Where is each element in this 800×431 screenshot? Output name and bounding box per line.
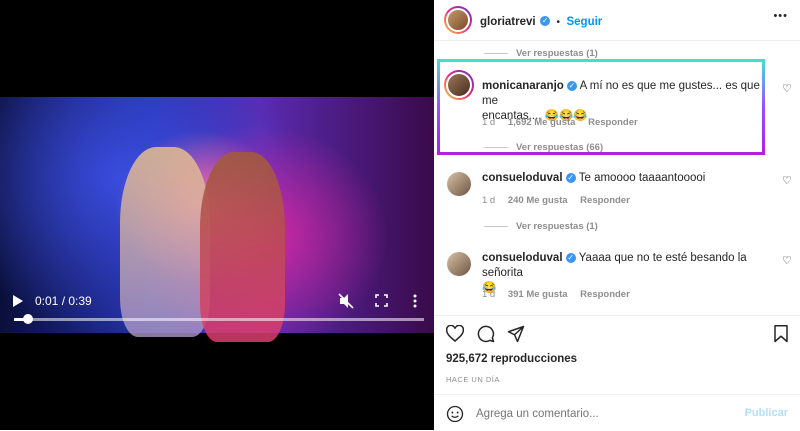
play-icon[interactable] xyxy=(13,295,23,307)
comment-item: consueloduval ✓ Yaaaa que no te esté bes… xyxy=(434,248,800,308)
time-separator: / xyxy=(58,294,69,308)
time-display: 0:01 / 0:39 xyxy=(35,294,92,308)
comment-body: consueloduval ✓ Te amoooo taaaantooooi xyxy=(482,171,772,186)
comment-meta: 1 d 240 Me gusta Responder xyxy=(482,195,640,206)
comment-icon[interactable] xyxy=(477,325,495,343)
like-comment-icon[interactable]: ♡ xyxy=(782,254,792,267)
heart-icon[interactable] xyxy=(446,325,464,342)
video-progress-bar[interactable] xyxy=(14,314,424,324)
more-options-icon[interactable]: ••• xyxy=(773,10,788,22)
share-icon[interactable] xyxy=(507,325,525,343)
time-total: 0:39 xyxy=(68,294,92,308)
publish-button[interactable]: Publicar xyxy=(745,407,788,419)
highlight-frame xyxy=(437,59,765,155)
comment-text-line1: Te amoooo taaaantooooi xyxy=(578,172,706,184)
comment-username[interactable]: consueloduval xyxy=(482,252,563,264)
avatar[interactable] xyxy=(447,172,471,196)
reply-button[interactable]: Responder xyxy=(580,289,630,300)
mute-icon[interactable] xyxy=(338,293,354,309)
post-actions xyxy=(434,315,800,346)
header-user: gloriatrevi ✓ • Seguir xyxy=(480,12,602,30)
comment-likes[interactable]: 240 Me gusta xyxy=(508,195,568,206)
time-current: 0:01 xyxy=(35,294,59,308)
follow-button[interactable]: Seguir xyxy=(566,16,602,28)
comment-item: consueloduval ✓ Te amoooo taaaantooooi ♡… xyxy=(434,168,800,238)
header-username[interactable]: gloriatrevi xyxy=(480,16,536,28)
verified-icon: ✓ xyxy=(565,172,576,183)
avatar xyxy=(446,8,470,32)
video-player[interactable]: 0:01 / 0:39 xyxy=(0,0,434,430)
view-replies-label: Ver respuestas (1) xyxy=(516,48,598,59)
comment-input[interactable] xyxy=(474,404,738,424)
divider-line xyxy=(484,225,508,227)
reply-button[interactable]: Responder xyxy=(580,195,630,206)
comment-age: 1 d xyxy=(482,289,496,300)
post-header: gloriatrevi ✓ • Seguir ••• xyxy=(434,0,800,41)
divider-line xyxy=(484,52,508,54)
like-comment-icon[interactable]: ♡ xyxy=(782,82,792,95)
separator-dot: • xyxy=(556,17,561,28)
comment-username[interactable]: consueloduval xyxy=(482,172,563,184)
post-date: HACE UN DÍA xyxy=(446,375,500,384)
like-comment-icon[interactable]: ♡ xyxy=(782,174,792,187)
verified-icon: ✓ xyxy=(565,252,576,263)
story-ring[interactable] xyxy=(444,6,472,34)
avatar[interactable] xyxy=(447,252,471,276)
fullscreen-icon[interactable] xyxy=(375,294,388,307)
comment-likes[interactable]: 391 Me gusta xyxy=(508,289,568,300)
comment-age: 1 d xyxy=(482,195,496,206)
bookmark-icon[interactable] xyxy=(774,325,788,343)
add-comment-bar: Publicar xyxy=(434,394,800,431)
view-replies-link[interactable]: Ver respuestas (1) xyxy=(484,48,598,59)
verified-icon: ✓ xyxy=(540,15,551,26)
comment-meta: 1 d 391 Me gusta Responder xyxy=(482,289,640,300)
more-vertical-icon[interactable] xyxy=(413,294,417,308)
view-count: 925,672 reproducciones xyxy=(446,353,578,365)
view-replies-label: Ver respuestas (1) xyxy=(516,221,598,232)
view-replies-link[interactable]: Ver respuestas (1) xyxy=(484,221,598,232)
emoji-icon[interactable] xyxy=(446,405,464,423)
